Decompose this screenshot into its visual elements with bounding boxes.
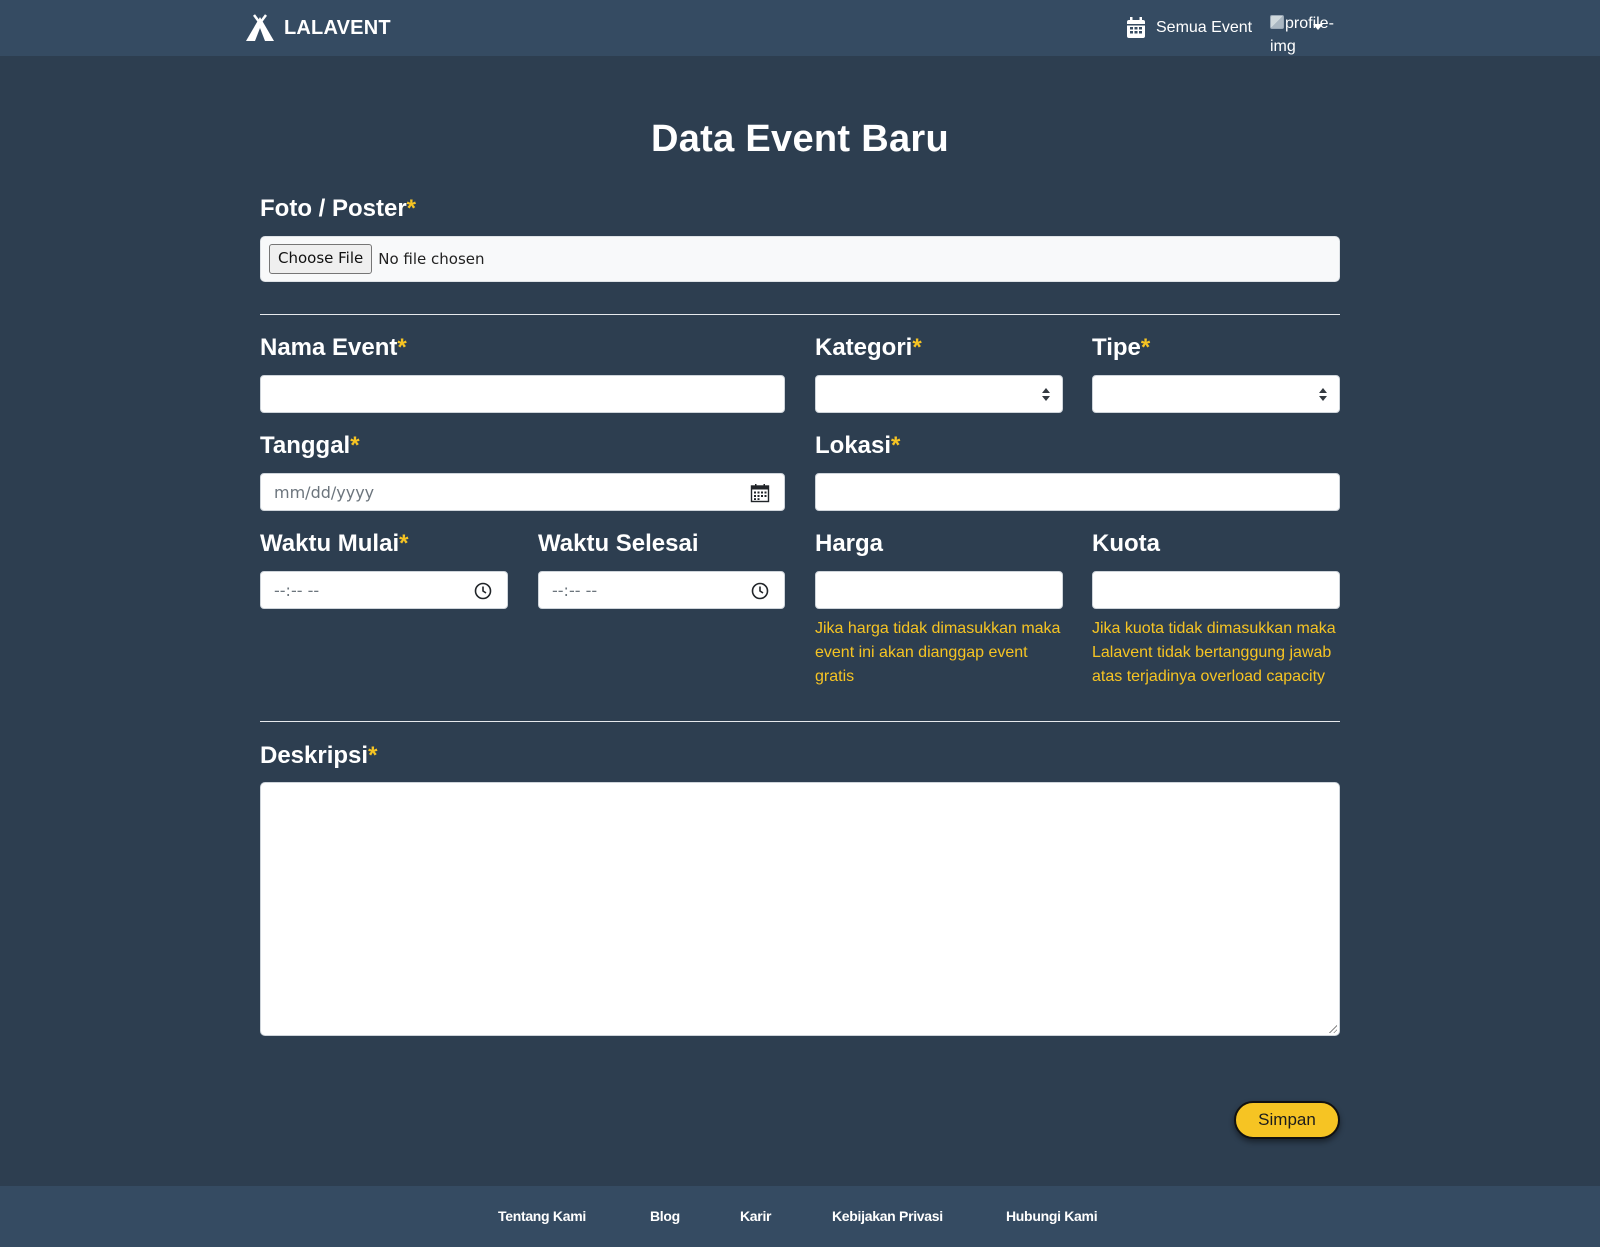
poster-label: Foto / Poster*	[260, 193, 416, 225]
footer-link-tentang-kami[interactable]: Tentang Kami	[498, 1208, 586, 1224]
harga-hint: Jika harga tidak dimasukkan maka event i…	[815, 620, 1061, 685]
save-button[interactable]: Simpan	[1234, 1101, 1340, 1139]
kategori-label: Kategori*	[815, 332, 922, 364]
brand-name: LALAVENT	[284, 16, 391, 39]
clock-icon[interactable]	[473, 581, 493, 601]
footer-link-kebijakan-privasi[interactable]: Kebijakan Privasi	[832, 1208, 943, 1224]
divider	[260, 721, 1340, 722]
page-title: Data Event Baru	[650, 118, 950, 160]
waktu-selesai-time-input[interactable]: --:-- --	[538, 571, 785, 609]
lokasi-input[interactable]	[815, 473, 1340, 511]
required-mark: *	[350, 432, 360, 459]
required-mark: *	[397, 334, 407, 361]
kategori-label-text: Kategori	[815, 334, 913, 361]
harga-input[interactable]	[815, 571, 1063, 609]
deskripsi-textarea[interactable]	[260, 782, 1340, 1036]
poster-file-input[interactable]: Choose File No file chosen	[260, 236, 1340, 282]
divider	[260, 314, 1340, 315]
select-arrows-icon	[1319, 388, 1327, 402]
required-mark: *	[891, 432, 901, 459]
calendar-icon[interactable]	[750, 483, 770, 503]
select-arrows-icon	[1042, 388, 1050, 402]
all-events-label: Semua Event	[1156, 19, 1253, 36]
waktu-selesai-placeholder: --:-- --	[552, 580, 598, 600]
harga-label-text: Harga	[815, 530, 884, 557]
poster-label-text: Foto / Poster	[260, 195, 407, 222]
all-events-link[interactable]: Semua Event	[1126, 16, 1252, 40]
tipe-label: Tipe*	[1092, 332, 1150, 364]
waktu-mulai-label-text: Waktu Mulai	[260, 530, 400, 557]
harga-label: Harga	[815, 528, 883, 560]
required-mark: *	[912, 334, 922, 361]
waktu-mulai-time-input[interactable]: --:-- --	[260, 571, 508, 609]
tanggal-placeholder: mm/dd/yyyy	[274, 482, 375, 502]
tipe-label-text: Tipe	[1092, 334, 1141, 361]
required-mark: *	[1140, 334, 1151, 361]
required-mark: *	[406, 195, 417, 222]
footer: Tentang Kami Blog Karir Kebijakan Privas…	[0, 1186, 1600, 1247]
kuota-label: Kuota	[1092, 528, 1160, 560]
lokasi-label: Lokasi*	[815, 430, 900, 462]
kategori-select[interactable]	[815, 375, 1063, 413]
lokasi-label-text: Lokasi	[815, 432, 892, 459]
deskripsi-label: Deskripsi*	[260, 740, 377, 772]
resize-handle-icon[interactable]	[1328, 1024, 1337, 1033]
deskripsi-label-text: Deskripsi	[260, 742, 369, 769]
tipe-select[interactable]	[1092, 375, 1340, 413]
kuota-label-text: Kuota	[1092, 530, 1160, 557]
footer-link-karir[interactable]: Karir	[740, 1208, 771, 1224]
footer-link-blog[interactable]: Blog	[650, 1208, 680, 1224]
waktu-mulai-placeholder: --:-- --	[274, 580, 320, 600]
clock-icon[interactable]	[750, 581, 770, 601]
brand-link[interactable]: LALAVENT	[244, 12, 391, 44]
nama-event-label-text: Nama Event	[260, 334, 398, 361]
required-mark: *	[399, 530, 409, 557]
waktu-selesai-label-text: Waktu Selesai	[538, 530, 699, 557]
profile-avatar[interactable]: profile-img	[1270, 12, 1346, 76]
navbar: LALAVENT Semua Event profile-img	[0, 0, 1600, 56]
tent-icon	[246, 14, 274, 41]
kuota-input[interactable]	[1092, 571, 1340, 609]
nama-event-label: Nama Event*	[260, 332, 407, 364]
tanggal-label: Tanggal*	[260, 430, 360, 462]
calendar-icon	[1127, 17, 1145, 38]
choose-file-button[interactable]: Choose File	[269, 244, 373, 274]
caret-down-icon[interactable]	[1313, 24, 1323, 30]
waktu-selesai-label: Waktu Selesai	[538, 528, 699, 560]
required-mark: *	[368, 742, 378, 769]
waktu-mulai-label: Waktu Mulai*	[260, 528, 408, 560]
broken-image-icon	[1270, 15, 1284, 29]
nama-event-input[interactable]	[260, 375, 785, 413]
file-status: No file chosen	[378, 250, 485, 268]
tanggal-label-text: Tanggal	[260, 432, 351, 459]
footer-link-hubungi-kami[interactable]: Hubungi Kami	[1006, 1208, 1098, 1224]
tanggal-date-input[interactable]: mm/dd/yyyy	[260, 473, 785, 511]
kuota-hint: Jika kuota tidak dimasukkan maka Lalaven…	[1092, 620, 1336, 685]
